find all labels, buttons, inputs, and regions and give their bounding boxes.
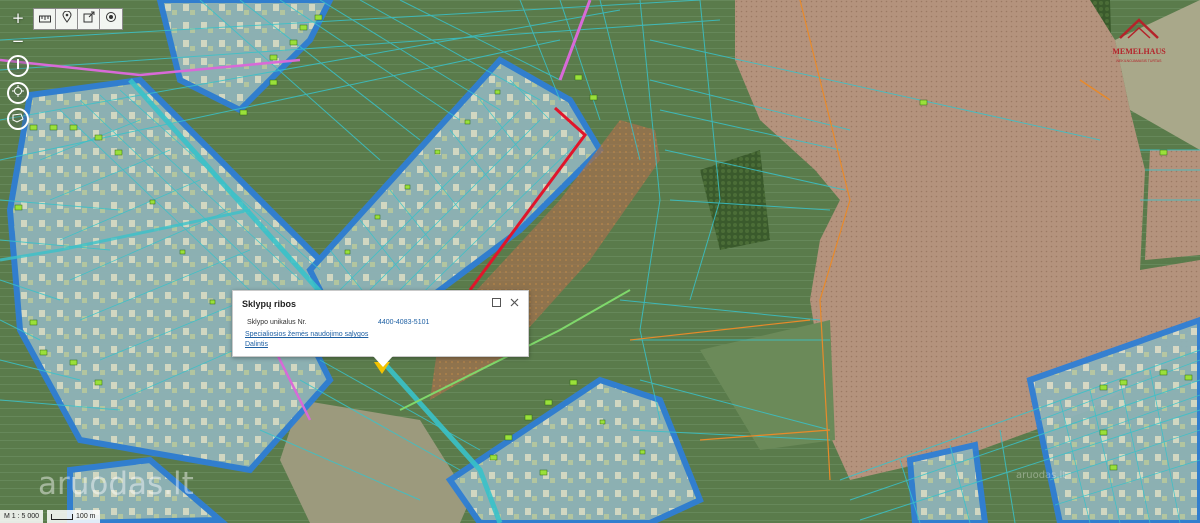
- locate-button[interactable]: [7, 82, 29, 104]
- brand-name: MEMELHAUS: [1112, 47, 1166, 56]
- target-icon: [105, 10, 117, 28]
- scale-ratio: M 1 : 5 000: [0, 510, 44, 523]
- popup-title: Sklypų ribos: [242, 299, 297, 309]
- compass-icon: [13, 57, 23, 75]
- special-conditions-link[interactable]: Specialiosios žemės naudojimo sąlygos: [245, 331, 368, 338]
- scale-ruler: [51, 513, 74, 520]
- brand-logo: MEMELHAUS NEKILNOJAMASIS TURTAS: [1106, 8, 1172, 70]
- zoom-in-button[interactable]: +: [8, 8, 28, 28]
- target-button[interactable]: [99, 8, 123, 30]
- zone-southeast: [906, 441, 989, 523]
- locate-icon: [12, 84, 24, 102]
- maximize-button[interactable]: [490, 297, 502, 309]
- parcel-id-value: 4400-4083-5101: [378, 319, 430, 326]
- maximize-icon: [491, 294, 501, 312]
- pin-button[interactable]: [55, 8, 79, 30]
- export-icon: [83, 10, 95, 28]
- close-icon: [510, 294, 519, 312]
- map-canvas[interactable]: [0, 0, 1200, 523]
- pin-icon: [62, 10, 72, 28]
- close-button[interactable]: [508, 297, 520, 309]
- scale-distance-box: 100 m: [47, 510, 100, 523]
- brand-tagline: NEKILNOJAMASIS TURTAS: [1117, 59, 1163, 63]
- zoom-out-button[interactable]: −: [8, 31, 28, 51]
- watermark-small: aruodas.lt: [1016, 470, 1067, 481]
- plowed-field: [1145, 150, 1200, 260]
- area-select-icon: [12, 110, 24, 128]
- watermark: aruodas.lt: [38, 466, 194, 502]
- export-button[interactable]: [77, 8, 101, 30]
- scale-distance: 100 m: [76, 513, 96, 520]
- parcel-id-label: Sklypo unikalus Nr.: [247, 319, 307, 326]
- share-link[interactable]: Dalintis: [245, 341, 268, 348]
- parcel-popup: Sklypų ribos Sklypo unikalus Nr. 4400-40…: [232, 290, 529, 367]
- compass-button[interactable]: [7, 55, 29, 77]
- area-select-button[interactable]: [7, 108, 29, 130]
- ruler-icon: [39, 10, 51, 28]
- scale-bar: M 1 : 5 000 100 m: [0, 510, 100, 523]
- measure-button[interactable]: [33, 8, 57, 30]
